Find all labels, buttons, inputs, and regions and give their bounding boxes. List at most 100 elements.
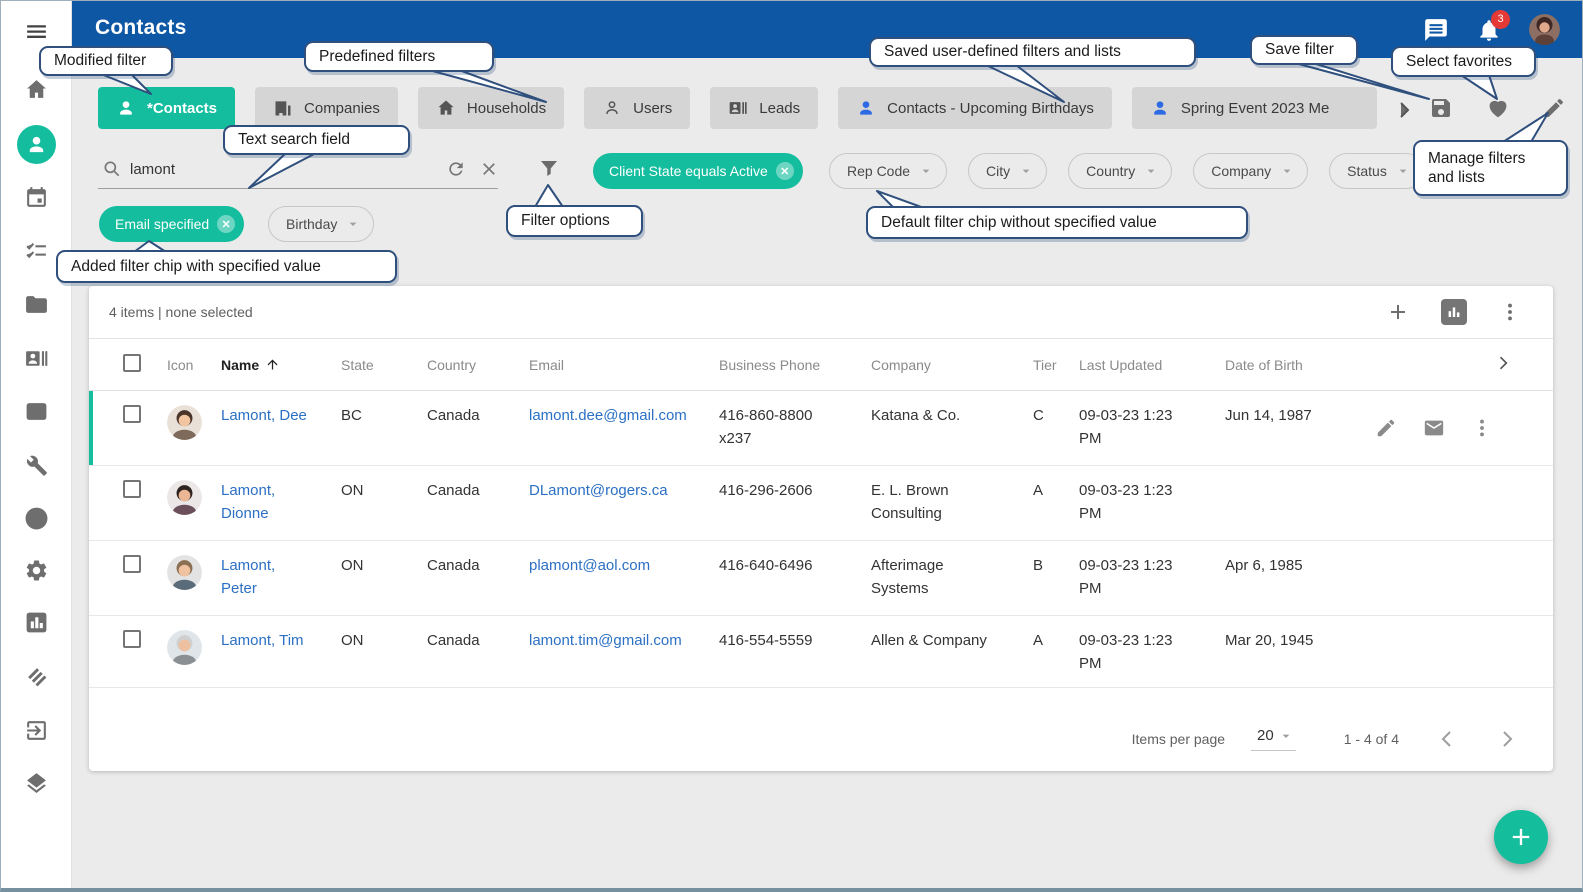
cell-company: Afterimage Systems bbox=[871, 555, 1033, 600]
filter-chip-city[interactable]: City bbox=[968, 153, 1047, 189]
notifications-bell-icon[interactable]: 3 bbox=[1476, 17, 1502, 43]
tab-leads[interactable]: Leads bbox=[710, 87, 818, 129]
cell-company: Katana & Co. bbox=[871, 405, 1033, 428]
pagination-bar: Items per page 20 1 - 4 of 4 bbox=[89, 707, 1553, 771]
search-field bbox=[98, 151, 498, 189]
column-header-icon[interactable]: Icon bbox=[167, 357, 221, 373]
column-header-business-phone[interactable]: Business Phone bbox=[719, 357, 871, 373]
contact-avatar bbox=[167, 630, 202, 665]
cell-phone: 416-296-2606 bbox=[719, 480, 871, 503]
contact-email-link[interactable]: DLamont@rogers.ca bbox=[529, 480, 719, 503]
sidebar-item-calendar[interactable] bbox=[24, 185, 49, 210]
cell-phone: 416-640-6496 bbox=[719, 555, 871, 578]
tab-users[interactable]: Users bbox=[584, 87, 690, 129]
column-header-last-updated[interactable]: Last Updated bbox=[1079, 357, 1225, 373]
previous-page-icon[interactable] bbox=[1435, 727, 1459, 751]
contact-email-link[interactable]: lamont.tim@gmail.com bbox=[529, 630, 719, 653]
sidebar-item-tasks[interactable] bbox=[24, 239, 49, 264]
filter-chip-country[interactable]: Country bbox=[1068, 153, 1172, 189]
contact-email-link[interactable]: lamont.dee@gmail.com bbox=[529, 405, 719, 428]
contact-name-link[interactable]: Lamont, Dee bbox=[221, 405, 341, 428]
contact-name-link[interactable]: Lamont, Dionne bbox=[221, 480, 341, 525]
sidebar-item-documents-folder[interactable] bbox=[24, 292, 49, 317]
column-header-date-of-birth[interactable]: Date of Birth bbox=[1225, 357, 1375, 373]
contact-name-link[interactable]: Lamont, Tim bbox=[221, 630, 341, 653]
row-checkbox[interactable] bbox=[123, 405, 141, 423]
remove-filter-icon[interactable]: ✕ bbox=[217, 215, 235, 233]
contact-row[interactable]: Lamont, Peter ON Canada plamont@aol.com … bbox=[89, 541, 1553, 616]
column-header-state[interactable]: State bbox=[341, 357, 427, 373]
cell-state: ON bbox=[341, 480, 427, 503]
filter-chip-client-state[interactable]: Client State equals Active ✕ bbox=[593, 153, 803, 189]
sidebar-item-settings-gear[interactable] bbox=[24, 558, 49, 583]
favorites-heart-icon[interactable] bbox=[1486, 96, 1510, 120]
sidebar-item-home[interactable] bbox=[24, 77, 49, 102]
tab-households[interactable]: Households bbox=[418, 87, 564, 129]
contact-row[interactable]: Lamont, Dionne ON Canada DLamont@rogers.… bbox=[89, 466, 1553, 541]
tab-companies[interactable]: Companies bbox=[255, 87, 398, 129]
table-more-options-icon[interactable] bbox=[1497, 299, 1523, 325]
row-checkbox[interactable] bbox=[123, 555, 141, 573]
filter-chip-rep-code[interactable]: Rep Code bbox=[829, 153, 947, 189]
tab-spring-event-2023[interactable]: Spring Event 2023 Me bbox=[1132, 87, 1377, 129]
filter-chip-status[interactable]: Status bbox=[1329, 153, 1424, 189]
sidebar-item-leads[interactable] bbox=[24, 346, 49, 371]
contact-name-link[interactable]: Lamont, Peter bbox=[221, 555, 341, 600]
user-avatar[interactable] bbox=[1529, 14, 1560, 45]
column-header-country[interactable]: Country bbox=[427, 357, 529, 373]
filter-chip-email-specified[interactable]: Email specified ✕ bbox=[99, 206, 244, 242]
sidebar-item-exit[interactable] bbox=[24, 718, 49, 743]
notification-badge: 3 bbox=[1491, 10, 1510, 29]
tabs-scroll-next-icon[interactable] bbox=[1392, 98, 1416, 122]
save-filter-icon[interactable] bbox=[1429, 96, 1453, 120]
filter-chip-birthday[interactable]: Birthday bbox=[268, 206, 374, 242]
cell-tier: A bbox=[1033, 630, 1079, 653]
chart-view-icon[interactable] bbox=[1441, 299, 1467, 325]
column-header-email[interactable]: Email bbox=[529, 357, 719, 373]
sidebar-item-contacts[interactable] bbox=[17, 125, 56, 164]
edit-contact-icon[interactable] bbox=[1375, 417, 1397, 439]
row-checkbox[interactable] bbox=[123, 630, 141, 648]
sidebar-item-handshake[interactable] bbox=[24, 664, 49, 689]
contact-email-link[interactable]: plamont@aol.com bbox=[529, 555, 719, 578]
sidebar-item-reports-chart[interactable] bbox=[24, 610, 49, 635]
row-more-options-icon[interactable] bbox=[1471, 417, 1493, 439]
refresh-icon[interactable] bbox=[446, 159, 466, 179]
manage-filters-pencil-icon[interactable] bbox=[1542, 96, 1566, 120]
chat-icon[interactable] bbox=[1423, 17, 1449, 43]
items-per-page-select[interactable]: 20 bbox=[1251, 727, 1296, 751]
more-columns-icon[interactable] bbox=[1493, 353, 1533, 376]
add-column-icon[interactable] bbox=[1385, 299, 1411, 325]
filter-options-icon[interactable] bbox=[537, 157, 561, 181]
column-header-name[interactable]: Name bbox=[221, 357, 341, 373]
sidebar-item-tools-wrench[interactable] bbox=[24, 453, 49, 478]
row-checkbox[interactable] bbox=[123, 480, 141, 498]
contact-row[interactable]: Lamont, Tim ON Canada lamont.tim@gmail.c… bbox=[89, 616, 1553, 688]
filter-chip-company[interactable]: Company bbox=[1193, 153, 1308, 189]
remove-filter-icon[interactable]: ✕ bbox=[776, 162, 794, 180]
column-header-tier[interactable]: Tier bbox=[1033, 357, 1079, 373]
sidebar-item-favorites-star[interactable] bbox=[24, 506, 49, 531]
sidebar-item-layers[interactable] bbox=[24, 771, 49, 796]
cell-date-of-birth: Apr 6, 1985 bbox=[1225, 555, 1375, 578]
tab-contacts-upcoming-birthdays[interactable]: Contacts - Upcoming Birthdays bbox=[838, 87, 1112, 129]
next-page-icon[interactable] bbox=[1495, 727, 1519, 751]
cell-country: Canada bbox=[427, 405, 529, 428]
column-header-company[interactable]: Company bbox=[871, 357, 1033, 373]
callout-text-search-field: Text search field bbox=[223, 125, 410, 155]
plus-icon bbox=[1507, 823, 1535, 851]
contact-row[interactable]: Lamont, Dee BC Canada lamont.dee@gmail.c… bbox=[89, 391, 1553, 466]
sidebar-item-billing[interactable]: $ bbox=[24, 399, 49, 424]
select-all-checkbox[interactable] bbox=[123, 354, 141, 372]
tab-contacts[interactable]: *Contacts bbox=[98, 87, 235, 129]
menu-icon[interactable] bbox=[24, 19, 49, 44]
clear-search-icon[interactable] bbox=[479, 159, 499, 179]
cell-state: ON bbox=[341, 555, 427, 578]
search-input[interactable] bbox=[130, 155, 430, 183]
add-contact-fab[interactable] bbox=[1494, 810, 1548, 864]
send-email-icon[interactable] bbox=[1423, 417, 1445, 439]
callout-saved-user-filters: Saved user-defined filters and lists bbox=[869, 37, 1196, 67]
app-window: Contacts 3 bbox=[0, 0, 1583, 892]
svg-text:$: $ bbox=[33, 407, 40, 419]
callout-modified-filter: Modified filter bbox=[39, 46, 173, 76]
